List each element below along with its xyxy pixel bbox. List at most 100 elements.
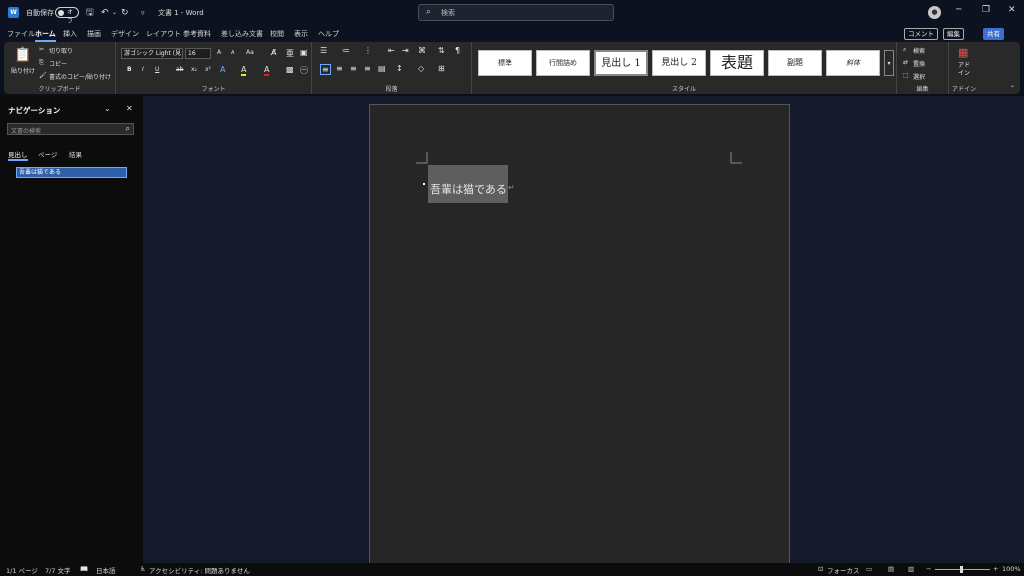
font-name-select[interactable]: 游ゴシック Light (見 [121,48,183,59]
style-emphasis[interactable]: 斜体 [826,50,880,76]
phonetic-guide-icon[interactable]: 亜 [286,48,294,59]
focus-icon[interactable]: ⊡ [818,565,823,573]
superscript-button[interactable]: x² [205,66,211,73]
strikethrough-button[interactable]: ab [176,66,184,73]
styles-more-icon[interactable]: ▾ [884,50,894,76]
character-border-icon[interactable]: ▣ [300,48,308,57]
tab-layout[interactable]: レイアウト [146,29,181,39]
cut-button[interactable]: 切り取り [49,46,73,55]
format-painter-icon[interactable]: 🖌 [39,72,47,79]
tab-help[interactable]: ヘルプ [318,29,339,39]
distributed-icon[interactable]: ▤ [378,64,386,73]
style-heading-1[interactable]: 見出し 1 [594,50,648,76]
tab-file[interactable]: ファイル [7,29,35,39]
account-avatar-icon[interactable]: ● [928,6,941,19]
replace-button[interactable]: 置換 [913,59,925,68]
addins-button[interactable]: アド イン [958,62,970,78]
nav-tab-headings[interactable]: 見出し [8,149,28,161]
status-accessibility[interactable]: アクセシビリティ: 問題ありません [149,565,250,575]
minimize-icon[interactable]: ─ [956,5,961,15]
replace-icon[interactable]: ⇄ [903,59,908,66]
change-case-button[interactable]: Aa [246,49,254,56]
clear-format-icon[interactable]: A̸ [271,48,276,57]
sort-icon[interactable]: ⇅ [438,46,445,55]
bullets-icon[interactable]: ☰ [320,46,327,55]
zoom-slider-thumb[interactable] [960,566,963,573]
nav-tab-pages[interactable]: ページ [38,149,57,159]
style-subtitle[interactable]: 副題 [768,50,822,76]
bold-button[interactable]: B [127,66,132,73]
style-heading-2[interactable]: 見出し 2 [652,50,706,76]
web-layout-icon[interactable]: ▥ [908,565,914,573]
tab-design[interactable]: デザイン [111,29,139,39]
tab-mailings[interactable]: 差し込み文書 [221,29,263,39]
comment-button[interactable]: コメント [904,28,938,40]
character-shading-icon[interactable]: ▩ [286,65,294,74]
copy-icon[interactable]: ⎘ [39,59,44,67]
select-button[interactable]: 選択 [913,72,925,81]
tab-insert[interactable]: 挿入 [63,29,77,39]
restore-icon[interactable]: ❐ [982,5,990,15]
decrease-indent-icon[interactable]: ⇤ [388,46,395,55]
status-word-count[interactable]: 7/7 文字 [45,565,71,575]
print-layout-icon[interactable]: ▤ [888,565,894,573]
proofing-icon[interactable]: 📖 [80,565,88,573]
align-right-icon[interactable]: ≡ [350,64,357,73]
style-no-spacing[interactable]: 行間詰め [536,50,590,76]
asian-layout-icon[interactable]: ⌘ [418,46,426,55]
zoom-in-button[interactable]: + [993,565,998,573]
edit-mode-button[interactable]: 編集 [943,28,964,40]
copy-button[interactable]: コピー [49,59,67,68]
autosave-toggle[interactable]: オフ [55,7,79,25]
nav-tab-results[interactable]: 結果 [69,149,82,159]
grow-font-button[interactable]: A [217,49,221,56]
tab-view[interactable]: 表示 [294,29,308,39]
tab-review[interactable]: 校閲 [270,29,284,39]
undo-icon[interactable]: ↶ [101,7,109,19]
subscript-button[interactable]: x₂ [191,66,197,73]
cut-icon[interactable]: ✂ [39,46,44,53]
redo-icon[interactable]: ↻ [121,7,129,19]
zoom-level[interactable]: 100% [1002,565,1021,573]
italic-button[interactable]: I [142,66,144,73]
read-mode-icon[interactable]: ▭ [866,565,872,573]
undo-dropdown-icon[interactable]: ⌄ [112,7,117,19]
nav-search-input[interactable]: 文書の検索 ⌕ [7,123,134,135]
save-icon[interactable]: 🖫 [86,7,94,19]
justify-icon[interactable]: ≡ [364,64,371,73]
find-button[interactable]: 検索 [913,46,925,55]
qat-customize-icon[interactable]: ▿ [141,7,145,19]
multilevel-list-icon[interactable]: ⋮ [364,46,372,55]
addins-icon[interactable]: ▦ [958,46,968,59]
highlight-color-button[interactable]: A [241,65,247,76]
nav-heading-item[interactable]: 吾輩は猫である [16,167,127,178]
status-language[interactable]: 日本語 [96,565,116,575]
nav-options-icon[interactable]: ⌄ [104,104,111,113]
align-left-icon[interactable]: ≡ [320,64,331,75]
share-button[interactable]: 共有 [983,28,1004,40]
search-box[interactable]: ⌕ 検索 [418,4,614,21]
format-painter-button[interactable]: 書式のコピー/貼り付け [49,72,111,81]
paste-icon[interactable]: 📋 [14,47,31,63]
focus-mode-button[interactable]: フォーカス [827,565,860,575]
line-spacing-icon[interactable]: ↕ [396,64,403,73]
increase-indent-icon[interactable]: ⇥ [402,46,409,55]
document-heading-text[interactable]: 吾輩は猫である [430,181,507,197]
underline-button[interactable]: U [155,66,159,73]
align-center-icon[interactable]: ≡ [336,64,343,73]
close-icon[interactable]: ✕ [1008,5,1016,15]
enclose-characters-icon[interactable]: ㊀ [300,65,308,76]
nav-close-icon[interactable]: ✕ [126,104,133,113]
tab-draw[interactable]: 描画 [87,29,101,39]
borders-icon[interactable]: ⊞ [438,64,445,73]
text-effects-button[interactable]: A [220,65,225,74]
style-normal[interactable]: 標準 [478,50,532,76]
font-color-button[interactable]: A [264,65,270,76]
find-icon[interactable]: ⌕ [903,46,906,54]
shrink-font-button[interactable]: A [231,50,234,56]
show-marks-icon[interactable]: ¶ [455,46,460,55]
tab-references[interactable]: 参考資料 [183,29,211,39]
status-page-count[interactable]: 1/1 ページ [6,565,38,575]
tab-home[interactable]: ホーム [35,29,56,42]
ribbon-collapse-icon[interactable]: ⌄ [1010,82,1015,89]
